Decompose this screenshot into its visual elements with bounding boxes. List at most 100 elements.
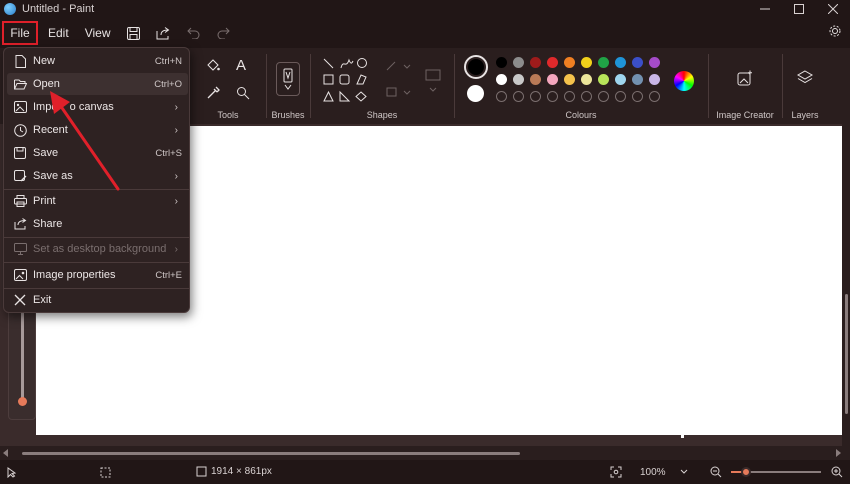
fit-to-window-button[interactable] — [610, 466, 622, 481]
zoom-in-button[interactable] — [831, 466, 843, 481]
empty-colour-slot[interactable] — [530, 91, 541, 102]
colour-swatch[interactable] — [496, 57, 507, 68]
save-as-icon — [13, 170, 26, 182]
color-picker-button[interactable] — [206, 86, 220, 103]
cursor-position-indicator — [7, 467, 17, 481]
colour-swatch[interactable] — [547, 74, 558, 85]
colour-swatch[interactable] — [598, 74, 609, 85]
shapes-group: Shapes — [310, 48, 454, 124]
empty-colour-slot[interactable] — [598, 91, 609, 102]
file-menu-new[interactable]: New Ctrl+N — [7, 50, 188, 72]
settings-button[interactable] — [828, 24, 842, 41]
menu-file[interactable]: File — [2, 21, 38, 45]
shape-outline-button[interactable] — [386, 60, 412, 75]
fill-tool-button[interactable] — [206, 58, 220, 75]
colour-swatch[interactable] — [564, 74, 575, 85]
colour-swatch[interactable] — [513, 74, 524, 85]
redo-button[interactable] — [208, 21, 238, 45]
colour-swatch[interactable] — [649, 74, 660, 85]
close-window-button[interactable] — [816, 0, 850, 18]
shapes-gallery[interactable] — [322, 57, 382, 107]
colour-swatch[interactable] — [598, 57, 609, 68]
colour-swatch[interactable] — [564, 57, 575, 68]
empty-colour-slot[interactable] — [547, 91, 558, 102]
layers-button[interactable] — [796, 70, 814, 89]
import-image-icon — [13, 101, 27, 113]
menu-edit[interactable]: Edit — [40, 21, 77, 45]
empty-colour-slot[interactable] — [615, 91, 626, 102]
empty-colour-slot[interactable] — [513, 91, 524, 102]
colour-swatch[interactable] — [530, 57, 541, 68]
file-menu-set-desktop-background[interactable]: Set as desktop background › — [7, 238, 188, 260]
canvas-resize-handle[interactable] — [681, 435, 684, 438]
canvas-dimensions: 1914 × 861px — [211, 466, 272, 477]
save-icon — [126, 26, 140, 40]
slider-knob[interactable] — [18, 397, 27, 406]
undo-button[interactable] — [178, 21, 208, 45]
colour-swatch[interactable] — [615, 57, 626, 68]
shapes-label: Shapes — [366, 110, 398, 120]
empty-colour-slot[interactable] — [496, 91, 507, 102]
horizontal-scroll-thumb[interactable] — [22, 452, 520, 455]
shape-fill-button[interactable] — [386, 86, 412, 101]
file-menu-recent[interactable]: Recent › — [7, 119, 188, 141]
redo-icon — [217, 27, 230, 39]
menu-view[interactable]: View — [77, 21, 119, 45]
vertical-scrollbar[interactable] — [842, 124, 850, 446]
colour-swatch[interactable] — [632, 57, 643, 68]
colour-swatch[interactable] — [615, 74, 626, 85]
file-menu-open[interactable]: Open Ctrl+O — [7, 73, 188, 95]
zoom-select[interactable]: 100% — [632, 463, 698, 481]
colour-swatch[interactable] — [530, 74, 541, 85]
share-quick-button[interactable] — [148, 21, 178, 45]
colour-swatch[interactable] — [547, 57, 558, 68]
colour-swatch[interactable] — [513, 57, 524, 68]
brush-size-slider[interactable] — [8, 300, 36, 420]
maximize-button[interactable] — [782, 0, 816, 18]
file-menu-share[interactable]: Share — [7, 213, 188, 235]
minimize-icon — [760, 8, 770, 10]
status-bar: 1914 × 861px 100% — [0, 460, 850, 484]
colour-swatch[interactable] — [581, 74, 592, 85]
canvas-size-indicator: 1914 × 861px — [196, 466, 272, 477]
zoom-slider-knob[interactable] — [741, 467, 751, 477]
layers-icon — [796, 70, 814, 84]
edit-colours-button[interactable] — [674, 71, 694, 91]
magnifier-button[interactable] — [236, 86, 250, 103]
empty-colour-slot[interactable] — [564, 91, 575, 102]
layers-group[interactable]: Layers — [782, 48, 828, 124]
empty-colour-slot[interactable] — [581, 91, 592, 102]
file-menu-exit[interactable]: Exit — [7, 289, 188, 311]
file-menu-save-as[interactable]: Save as › — [7, 165, 188, 187]
empty-colour-slot[interactable] — [649, 91, 660, 102]
save-quick-button[interactable] — [118, 21, 148, 45]
colour-swatch[interactable] — [632, 74, 643, 85]
secondary-colour-swatch[interactable] — [467, 85, 484, 102]
fit-screen-icon — [610, 466, 622, 478]
colour-swatch[interactable] — [649, 57, 660, 68]
colour-swatch[interactable] — [581, 57, 592, 68]
zoom-out-button[interactable] — [710, 466, 722, 481]
file-menu-save[interactable]: Save Ctrl+S — [7, 142, 188, 164]
primary-colour-swatch[interactable] — [464, 55, 488, 79]
selection-icon — [100, 467, 111, 478]
eyedropper-icon — [207, 86, 220, 99]
text-tool-button[interactable]: A — [236, 57, 246, 74]
image-creator-group[interactable]: Image Creator — [708, 48, 782, 124]
vertical-scroll-thumb[interactable] — [845, 294, 848, 414]
file-menu-print[interactable]: Print › — [7, 190, 188, 212]
brushes-button[interactable] — [276, 62, 300, 96]
shape-more-button[interactable] — [424, 68, 444, 99]
horizontal-scrollbar[interactable] — [0, 446, 850, 460]
file-menu-image-properties[interactable]: Image properties Ctrl+E — [7, 264, 188, 286]
minimize-button[interactable] — [748, 0, 782, 18]
zoom-slider[interactable] — [731, 467, 821, 477]
undo-icon — [187, 27, 200, 39]
selection-size-indicator — [100, 467, 111, 481]
colour-swatch[interactable] — [496, 74, 507, 85]
canvas-size-icon — [196, 466, 207, 477]
chevron-right-icon: › — [174, 124, 178, 136]
image-creator-button[interactable] — [737, 70, 753, 89]
file-menu-import-to-canvas[interactable]: Impo o canvas › — [7, 96, 188, 118]
empty-colour-slot[interactable] — [632, 91, 643, 102]
